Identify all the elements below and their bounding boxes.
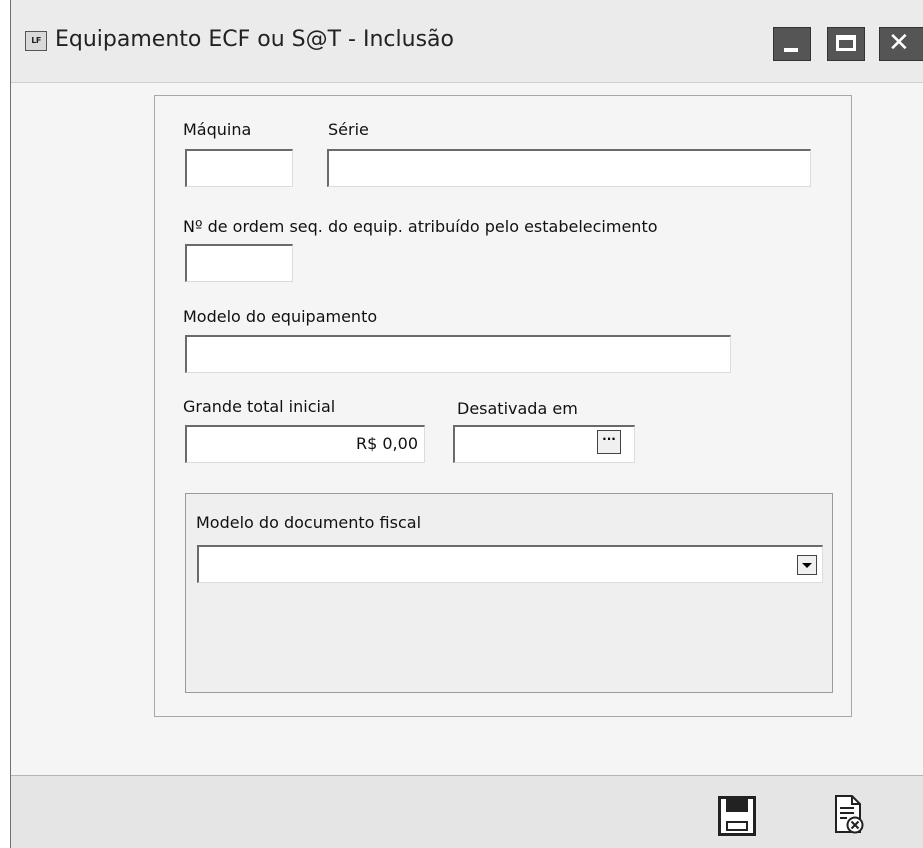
floppy-label-area: [726, 821, 748, 831]
desativada-label: Desativada em: [457, 399, 578, 418]
minimize-icon: [784, 48, 798, 52]
modelo-equipamento-label: Modelo do equipamento: [183, 307, 378, 326]
ordem-label: Nº de ordem seq. do equip. atribuído pel…: [183, 217, 658, 236]
modelo-documento-select[interactable]: [197, 545, 823, 583]
dropdown-arrow-button[interactable]: [797, 555, 817, 575]
ordem-input[interactable]: [185, 244, 293, 282]
maximize-icon: [836, 35, 856, 51]
grande-total-label: Grande total inicial: [183, 397, 336, 416]
maximize-button[interactable]: [827, 27, 865, 61]
minimize-button[interactable]: [773, 27, 811, 61]
cancel-button[interactable]: [833, 794, 865, 836]
date-picker-button[interactable]: ···: [597, 430, 621, 454]
serie-input[interactable]: [327, 149, 811, 187]
title-bar[interactable]: LF Equipamento ECF ou S@T - Inclusão ✕: [11, 0, 923, 83]
floppy-disk-icon: [726, 798, 748, 812]
form-content: Máquina Série Nº de ordem seq. do equip.…: [11, 83, 923, 775]
window-title: Equipamento ECF ou S@T - Inclusão: [55, 27, 454, 52]
maquina-input[interactable]: [185, 149, 293, 187]
dialog-window: LF Equipamento ECF ou S@T - Inclusão ✕ M…: [10, 0, 923, 848]
save-button[interactable]: [718, 796, 756, 836]
close-button[interactable]: ✕: [879, 27, 923, 61]
modelo-equipamento-input[interactable]: [185, 335, 731, 373]
modelo-documento-label: Modelo do documento fiscal: [196, 513, 422, 532]
close-icon: ✕: [888, 28, 910, 58]
cancel-document-icon: [835, 795, 864, 834]
serie-label: Série: [328, 120, 369, 139]
app-icon: LF: [25, 31, 47, 51]
grande-total-input[interactable]: R$ 0,00: [185, 425, 425, 463]
footer-toolbar: [11, 775, 923, 848]
maquina-label: Máquina: [183, 120, 252, 139]
chevron-down-icon: [802, 563, 812, 568]
